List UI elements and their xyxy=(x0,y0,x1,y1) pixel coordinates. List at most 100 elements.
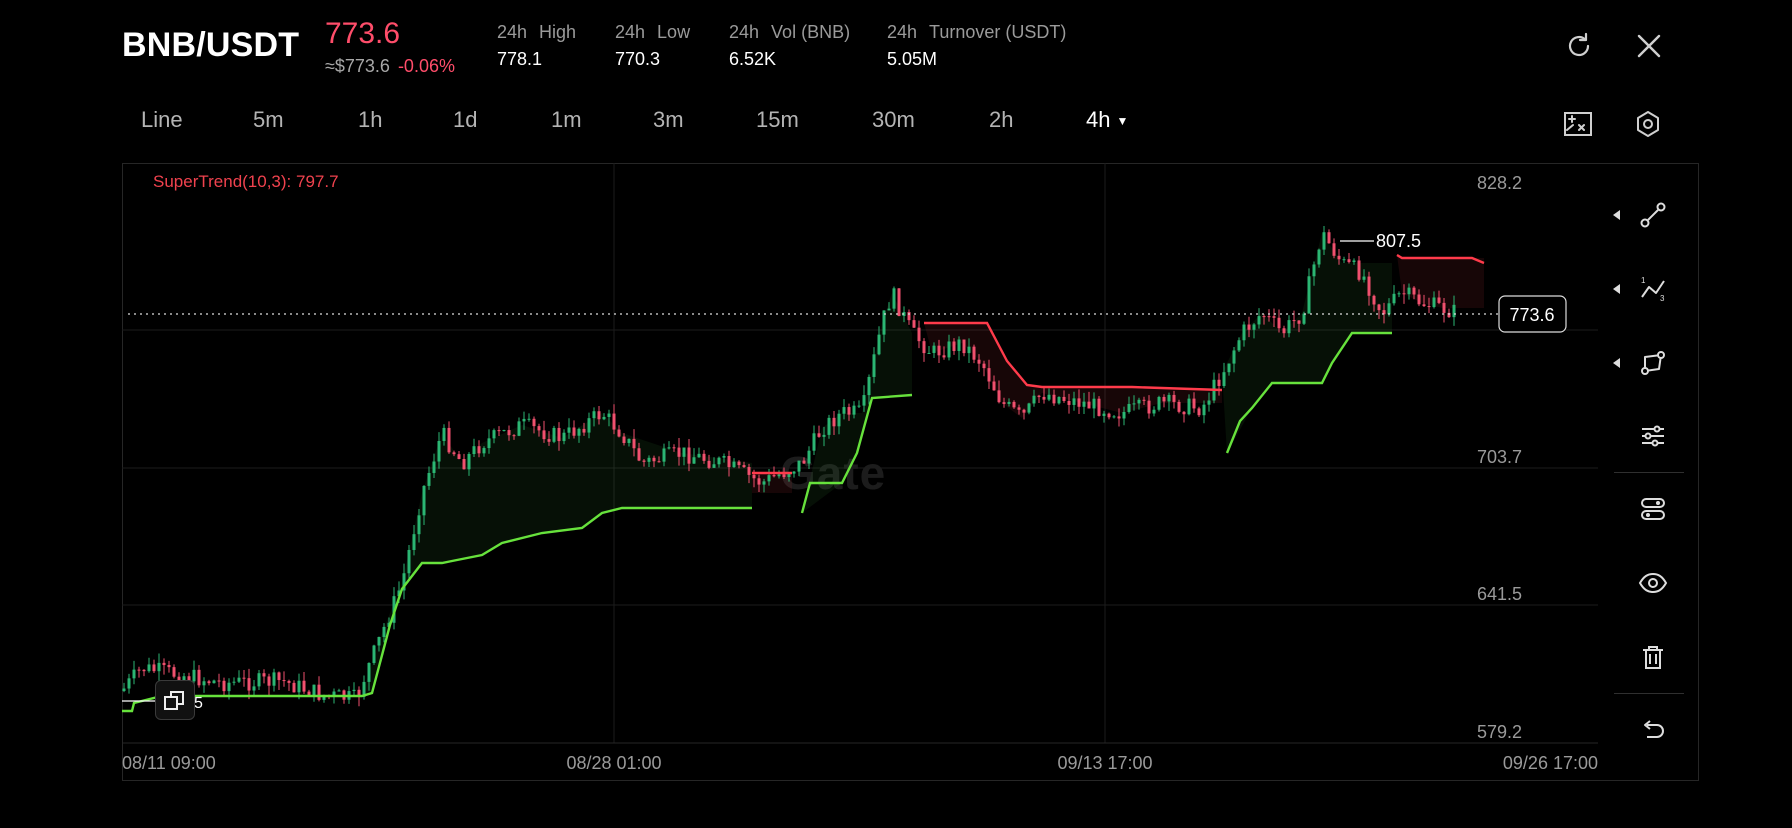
candle-body xyxy=(1367,276,1371,296)
candle-body xyxy=(887,308,891,311)
approx-price: ≈$773.6 xyxy=(325,56,390,76)
chart-settings-button[interactable] xyxy=(1630,106,1666,142)
candle-body xyxy=(1402,293,1406,295)
candle-body xyxy=(337,690,341,692)
candle-body xyxy=(1217,379,1221,386)
submenu-caret-icon[interactable] xyxy=(1613,210,1620,220)
candle-body xyxy=(632,438,636,449)
candle-body xyxy=(242,677,246,679)
candle-body xyxy=(937,345,941,356)
candle-body xyxy=(662,448,666,462)
candle-body xyxy=(1112,416,1116,418)
candle-body xyxy=(762,481,766,485)
tab-15m[interactable]: 15m xyxy=(756,107,799,133)
rotate-button[interactable] xyxy=(1561,28,1597,64)
candlestick-chart[interactable]: 773.6 807.5 5 SuperTrend(10,3): 797.7 82… xyxy=(122,163,1602,781)
candle-body xyxy=(507,430,511,436)
candle-body xyxy=(267,676,271,686)
visibility-tool[interactable] xyxy=(1633,563,1673,603)
price-sub: ≈$773.6 -0.06% xyxy=(325,56,455,77)
candle-body xyxy=(1017,407,1021,410)
price-axis-label: 703.7 xyxy=(1477,447,1522,467)
chart-layout-icon xyxy=(1564,112,1592,136)
candle-body xyxy=(697,453,701,458)
delete-tool[interactable] xyxy=(1633,637,1673,677)
share-icon xyxy=(164,691,184,710)
candle-body xyxy=(817,433,821,437)
candle-body xyxy=(867,376,871,396)
candle-body xyxy=(822,434,826,437)
rotate-icon xyxy=(1568,32,1590,57)
candle-body xyxy=(1032,395,1036,404)
submenu-caret-icon[interactable] xyxy=(1613,358,1620,368)
candle-body xyxy=(1027,403,1031,413)
candle-body xyxy=(557,427,561,442)
chevron-down-icon: ▼ xyxy=(1116,114,1129,129)
close-button[interactable] xyxy=(1631,28,1667,64)
submenu-caret-icon[interactable] xyxy=(1613,284,1620,294)
candle-body xyxy=(577,428,581,436)
shape-tool[interactable] xyxy=(1633,343,1673,383)
candle-body xyxy=(832,417,836,427)
candle-body xyxy=(1007,401,1011,404)
candle-body xyxy=(452,452,456,455)
candle-body xyxy=(1422,304,1426,307)
candle-body xyxy=(1287,320,1291,334)
shape-tool-icon xyxy=(1641,351,1665,375)
tab-3m[interactable]: 3m xyxy=(653,107,684,133)
candle-body xyxy=(472,446,476,455)
chart-layout-button[interactable] xyxy=(1560,106,1596,142)
candle-body xyxy=(127,678,131,689)
trend-line-tool[interactable] xyxy=(1633,195,1673,235)
tab-4h[interactable]: 4h ▼ xyxy=(1086,107,1128,133)
candle-body xyxy=(137,669,141,671)
candle-body xyxy=(517,421,521,436)
tab-5m[interactable]: 5m xyxy=(253,107,284,133)
candle-body xyxy=(302,680,306,692)
tab-line[interactable]: Line xyxy=(141,107,183,133)
tab-1d[interactable]: 1d xyxy=(453,107,477,133)
time-axis-label: 08/11 09:00 xyxy=(122,753,216,773)
candle-body xyxy=(1127,403,1131,412)
candle-body xyxy=(637,448,641,461)
tab-1h[interactable]: 1h xyxy=(358,107,382,133)
candle-body xyxy=(197,669,201,686)
candle-body xyxy=(682,447,686,457)
candle-body xyxy=(542,430,546,440)
undo-tool[interactable] xyxy=(1633,710,1673,750)
candle-body xyxy=(1187,398,1191,415)
candle-body xyxy=(1442,302,1446,313)
candle-body xyxy=(1087,401,1091,409)
candle-body xyxy=(767,475,771,482)
candle-body xyxy=(227,682,231,692)
tab-1m[interactable]: 1m xyxy=(551,107,582,133)
candle-body xyxy=(432,461,436,473)
tab-2h[interactable]: 2h xyxy=(989,107,1013,133)
candle-body xyxy=(1432,297,1436,308)
candle-body xyxy=(492,430,496,439)
fib-tool[interactable]: 13 xyxy=(1633,269,1673,309)
svg-text:1: 1 xyxy=(1641,276,1646,285)
supertrend-fill xyxy=(362,233,1484,695)
candle-body xyxy=(1157,396,1161,410)
candle-body xyxy=(917,327,921,342)
price-axis-label: 641.5 xyxy=(1477,584,1522,604)
supertrend-up-fill xyxy=(1222,233,1392,453)
candle-body xyxy=(922,341,926,354)
candles xyxy=(122,226,1456,707)
candle-body xyxy=(1302,313,1306,324)
candle-body xyxy=(412,534,416,550)
drawing-settings-tool[interactable] xyxy=(1633,489,1673,529)
candle-body xyxy=(1312,264,1316,277)
candle-body xyxy=(692,457,696,464)
candle-body xyxy=(592,411,596,419)
candle-body xyxy=(202,681,206,686)
candle-body xyxy=(687,447,691,464)
candle-body xyxy=(582,428,586,433)
indicator-sliders-tool[interactable] xyxy=(1633,416,1673,456)
candle-body xyxy=(1252,324,1256,330)
share-snapshot-button[interactable] xyxy=(155,680,195,720)
candle-body xyxy=(207,681,211,684)
tab-30m[interactable]: 30m xyxy=(872,107,915,133)
candle-body xyxy=(1332,243,1336,256)
